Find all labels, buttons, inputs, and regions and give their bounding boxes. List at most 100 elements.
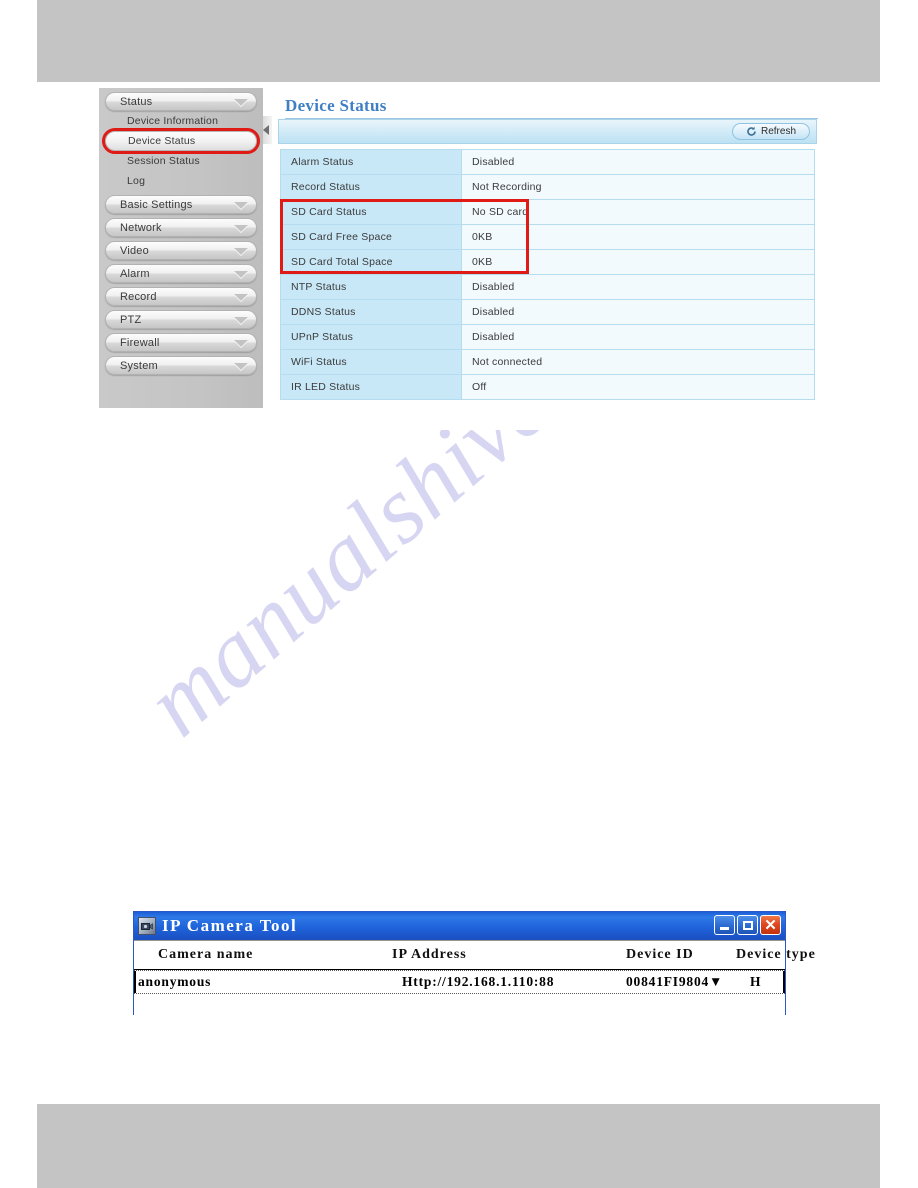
column-header-device-type: Device type bbox=[736, 947, 816, 962]
chevron-down-icon bbox=[234, 293, 248, 301]
status-value: Off bbox=[461, 374, 815, 400]
device-status-table: Alarm Status Disabled Record Status Not … bbox=[280, 149, 815, 400]
table-row: SD Card Free Space 0KB bbox=[280, 224, 815, 250]
sidebar-group-video[interactable]: Video bbox=[105, 241, 257, 260]
status-key: NTP Status bbox=[280, 274, 462, 300]
chevron-down-icon bbox=[234, 339, 248, 347]
status-value: Not connected bbox=[461, 349, 815, 375]
sidebar-group-label: Video bbox=[120, 244, 149, 257]
sidebar-group-label: Firewall bbox=[120, 336, 160, 349]
status-key: Record Status bbox=[280, 174, 462, 200]
table-row: SD Card Total Space 0KB bbox=[280, 249, 815, 275]
refresh-arrow-icon bbox=[746, 126, 757, 137]
table-row: Alarm Status Disabled bbox=[280, 149, 815, 175]
sidebar-group-label: Record bbox=[120, 290, 157, 303]
table-row: Record Status Not Recording bbox=[280, 174, 815, 200]
close-icon[interactable]: ✕ bbox=[760, 915, 781, 935]
window-body: Camera name IP Address Device ID Device … bbox=[134, 940, 815, 1015]
sidebar-group-basic-settings[interactable]: Basic Settings bbox=[105, 195, 257, 214]
status-value: Disabled bbox=[461, 149, 815, 175]
sidebar-group-network[interactable]: Network bbox=[105, 218, 257, 237]
sidebar-group-status[interactable]: Status bbox=[105, 92, 257, 111]
device-list-header: Camera name IP Address Device ID Device … bbox=[134, 941, 815, 970]
status-value: Disabled bbox=[461, 299, 815, 325]
status-value: Not Recording bbox=[461, 174, 815, 200]
status-value: Disabled bbox=[461, 324, 815, 350]
sidebar-group-system[interactable]: System bbox=[105, 356, 257, 375]
cell-device-type: H bbox=[750, 974, 762, 989]
sidebar-collapse-arrow-icon[interactable] bbox=[263, 116, 272, 144]
minimize-icon[interactable] bbox=[714, 915, 735, 935]
row-right-edge bbox=[783, 971, 785, 993]
window-title: IP Camera Tool bbox=[162, 916, 298, 935]
chevron-down-icon bbox=[234, 247, 248, 255]
table-row: NTP Status Disabled bbox=[280, 274, 815, 300]
sidebar-group-label: Status bbox=[120, 95, 153, 108]
content-panel: Device Status Refresh Alarm Status Disab… bbox=[277, 88, 818, 408]
camera-web-ui: Status Device Information Device Status … bbox=[99, 88, 818, 408]
chevron-down-icon bbox=[234, 98, 248, 106]
status-value: 0KB bbox=[461, 224, 815, 250]
sidebar-group-alarm[interactable]: Alarm bbox=[105, 264, 257, 283]
sidebar-item-label: Device Information bbox=[127, 115, 219, 127]
sidebar-item-device-information[interactable]: Device Information bbox=[105, 111, 257, 131]
sidebar-group-label: System bbox=[120, 359, 158, 372]
status-key: SD Card Total Space bbox=[280, 249, 462, 275]
chevron-down-icon bbox=[234, 270, 248, 278]
sidebar-item-session-status[interactable]: Session Status bbox=[105, 151, 257, 171]
sidebar-item-device-status[interactable]: Device Status bbox=[102, 128, 260, 154]
watermark-text: manualshive.com bbox=[124, 430, 712, 756]
cell-device-id: 00841FI9804▼ bbox=[626, 974, 724, 989]
sidebar-item-log[interactable]: Log bbox=[105, 171, 257, 191]
page-top-band bbox=[37, 0, 880, 82]
sidebar-group-label: Alarm bbox=[120, 267, 150, 280]
camera-icon bbox=[138, 917, 156, 935]
status-key: SD Card Status bbox=[280, 199, 462, 225]
status-value: Disabled bbox=[461, 274, 815, 300]
status-key: UPnP Status bbox=[280, 324, 462, 350]
table-row: SD Card Status No SD card bbox=[280, 199, 815, 225]
sidebar-group-label: Basic Settings bbox=[120, 198, 193, 211]
sidebar-item-label: Device Status bbox=[128, 135, 196, 147]
sidebar-group-label: Network bbox=[120, 221, 162, 234]
chevron-down-icon bbox=[234, 316, 248, 324]
watermark: manualshive.com bbox=[120, 430, 880, 950]
maximize-icon[interactable] bbox=[737, 915, 758, 935]
sidebar-item-label: Session Status bbox=[127, 155, 200, 167]
ip-camera-tool-window: IP Camera Tool ✕ Camera name IP Address … bbox=[133, 911, 815, 1015]
chevron-down-icon bbox=[234, 362, 248, 370]
window-title-bar: IP Camera Tool ✕ bbox=[134, 912, 785, 940]
status-key: Alarm Status bbox=[280, 149, 462, 175]
cell-ip-address: Http://192.168.1.110:88 bbox=[402, 974, 555, 989]
sidebar-group-firewall[interactable]: Firewall bbox=[105, 333, 257, 352]
chevron-down-icon bbox=[234, 201, 248, 209]
content-toolbar: Refresh bbox=[278, 119, 817, 144]
table-row: WiFi Status Not connected bbox=[280, 349, 815, 375]
page-title: Device Status bbox=[285, 96, 387, 115]
chevron-down-icon bbox=[234, 224, 248, 232]
device-list-row[interactable]: anonymous Http://192.168.1.110:88 00841F… bbox=[134, 970, 785, 994]
cell-camera-name: anonymous bbox=[138, 974, 212, 989]
table-row: UPnP Status Disabled bbox=[280, 324, 815, 350]
sidebar-group-record[interactable]: Record bbox=[105, 287, 257, 306]
sidebar-group-ptz[interactable]: PTZ bbox=[105, 310, 257, 329]
window-controls: ✕ bbox=[714, 915, 781, 935]
column-header-camera-name: Camera name bbox=[158, 947, 254, 962]
status-key: DDNS Status bbox=[280, 299, 462, 325]
refresh-button[interactable]: Refresh bbox=[732, 123, 810, 140]
status-key: SD Card Free Space bbox=[280, 224, 462, 250]
column-header-device-id: Device ID bbox=[626, 947, 694, 962]
sidebar-item-label: Log bbox=[127, 175, 146, 187]
row-left-edge bbox=[134, 971, 136, 993]
status-key: IR LED Status bbox=[280, 374, 462, 400]
table-row: DDNS Status Disabled bbox=[280, 299, 815, 325]
sidebar-group-label: PTZ bbox=[120, 313, 142, 326]
status-key: WiFi Status bbox=[280, 349, 462, 375]
table-row: IR LED Status Off bbox=[280, 374, 815, 400]
status-value: 0KB bbox=[461, 249, 815, 275]
refresh-label: Refresh bbox=[760, 126, 796, 137]
sidebar-navigation: Status Device Information Device Status … bbox=[99, 88, 263, 408]
column-header-ip-address: IP Address bbox=[392, 947, 467, 962]
status-value: No SD card bbox=[461, 199, 815, 225]
page-bottom-band bbox=[37, 1104, 880, 1188]
